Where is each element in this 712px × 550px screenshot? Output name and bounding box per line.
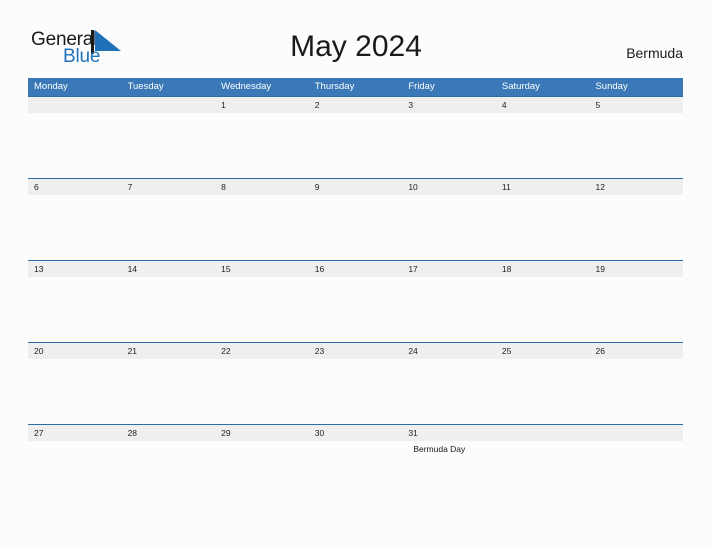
day-number[interactable]: 13 (28, 261, 122, 277)
day-number[interactable]: 3 (402, 97, 496, 113)
day-number[interactable]: 11 (496, 179, 590, 195)
day-note[interactable] (122, 195, 216, 260)
week-date-band: 13 14 15 16 17 18 19 (28, 260, 683, 277)
week-date-band: 20 21 22 23 24 25 26 (28, 342, 683, 359)
day-number[interactable]: 5 (589, 97, 683, 113)
day-number[interactable]: 12 (589, 179, 683, 195)
day-note[interactable] (28, 195, 122, 260)
day-number[interactable]: 25 (496, 343, 590, 359)
day-number[interactable] (122, 97, 216, 113)
day-note[interactable] (309, 113, 403, 178)
day-number[interactable]: 26 (589, 343, 683, 359)
week-note-band: Bermuda Day (28, 441, 683, 506)
weekday-header-saturday: Saturday (501, 81, 540, 92)
day-note[interactable] (28, 277, 122, 342)
day-note[interactable] (402, 113, 496, 178)
day-note[interactable] (496, 359, 590, 424)
day-number[interactable] (496, 425, 590, 441)
day-note[interactable] (215, 441, 309, 506)
day-note[interactable] (309, 195, 403, 260)
day-number[interactable] (589, 425, 683, 441)
day-note[interactable] (122, 277, 216, 342)
day-note-bermuda-day[interactable]: Bermuda Day (402, 441, 496, 506)
day-note[interactable] (309, 441, 403, 506)
day-number[interactable]: 24 (402, 343, 496, 359)
day-number[interactable]: 18 (496, 261, 590, 277)
day-number[interactable] (28, 97, 122, 113)
day-number[interactable]: 28 (122, 425, 216, 441)
day-number[interactable]: 20 (28, 343, 122, 359)
day-number[interactable]: 30 (309, 425, 403, 441)
day-note[interactable] (215, 113, 309, 178)
day-number[interactable]: 17 (402, 261, 496, 277)
day-note[interactable] (309, 359, 403, 424)
day-note[interactable] (28, 359, 122, 424)
day-note[interactable] (496, 113, 590, 178)
day-number[interactable]: 7 (122, 179, 216, 195)
week-note-band (28, 195, 683, 260)
week-date-band: 1 2 3 4 5 (28, 96, 683, 113)
day-number[interactable]: 9 (309, 179, 403, 195)
day-number[interactable]: 10 (402, 179, 496, 195)
page-header: General Blue May 2024 Bermuda (0, 0, 712, 76)
day-note[interactable] (402, 277, 496, 342)
week-date-band: 27 28 29 30 31 (28, 424, 683, 441)
day-number[interactable]: 14 (122, 261, 216, 277)
calendar-week-row: 20 21 22 23 24 25 26 (28, 342, 683, 424)
day-note[interactable] (122, 441, 216, 506)
day-note[interactable] (215, 359, 309, 424)
country-label: Bermuda (626, 45, 683, 61)
weekday-header-thursday: Thursday (314, 81, 355, 92)
day-number[interactable]: 31 (402, 425, 496, 441)
day-note[interactable] (402, 359, 496, 424)
day-number[interactable]: 16 (309, 261, 403, 277)
weekday-header-sunday: Sunday (595, 81, 628, 92)
day-number[interactable]: 15 (215, 261, 309, 277)
weekday-header-tuesday: Tuesday (127, 81, 164, 92)
weekday-header-monday: Monday (34, 81, 68, 92)
day-note[interactable] (309, 277, 403, 342)
day-note[interactable] (122, 359, 216, 424)
day-note[interactable] (589, 277, 683, 342)
day-note[interactable] (496, 441, 590, 506)
week-note-band (28, 359, 683, 424)
day-note[interactable] (589, 113, 683, 178)
day-note[interactable] (402, 195, 496, 260)
weekday-header-wednesday: Wednesday (221, 81, 272, 92)
day-number[interactable]: 23 (309, 343, 403, 359)
day-number[interactable]: 27 (28, 425, 122, 441)
day-note[interactable] (496, 195, 590, 260)
day-number[interactable]: 6 (28, 179, 122, 195)
calendar-week-row: 27 28 29 30 31 Bermuda Day (28, 424, 683, 506)
day-number[interactable]: 21 (122, 343, 216, 359)
day-note[interactable] (496, 277, 590, 342)
calendar-grid: Monday Tuesday Wednesday Thursday Friday… (28, 78, 683, 506)
day-note[interactable] (589, 195, 683, 260)
day-number[interactable]: 1 (215, 97, 309, 113)
day-number[interactable]: 29 (215, 425, 309, 441)
calendar-week-row: 6 7 8 9 10 11 12 (28, 178, 683, 260)
day-note[interactable] (589, 441, 683, 506)
day-note[interactable] (215, 195, 309, 260)
day-number[interactable]: 22 (215, 343, 309, 359)
calendar-week-row: 13 14 15 16 17 18 19 (28, 260, 683, 342)
day-number[interactable]: 2 (309, 97, 403, 113)
weekday-header-row: Monday Tuesday Wednesday Thursday Friday… (28, 78, 683, 96)
day-number[interactable]: 8 (215, 179, 309, 195)
week-note-band (28, 277, 683, 342)
day-number[interactable]: 4 (496, 97, 590, 113)
day-note[interactable] (28, 441, 122, 506)
day-note[interactable] (122, 113, 216, 178)
week-date-band: 6 7 8 9 10 11 12 (28, 178, 683, 195)
weekday-header-friday: Friday (408, 81, 435, 92)
day-number[interactable]: 19 (589, 261, 683, 277)
day-note[interactable] (28, 113, 122, 178)
calendar-week-row: 1 2 3 4 5 (28, 96, 683, 178)
week-note-band (28, 113, 683, 178)
page-title: May 2024 (290, 30, 422, 63)
day-note[interactable] (215, 277, 309, 342)
day-note[interactable] (589, 359, 683, 424)
